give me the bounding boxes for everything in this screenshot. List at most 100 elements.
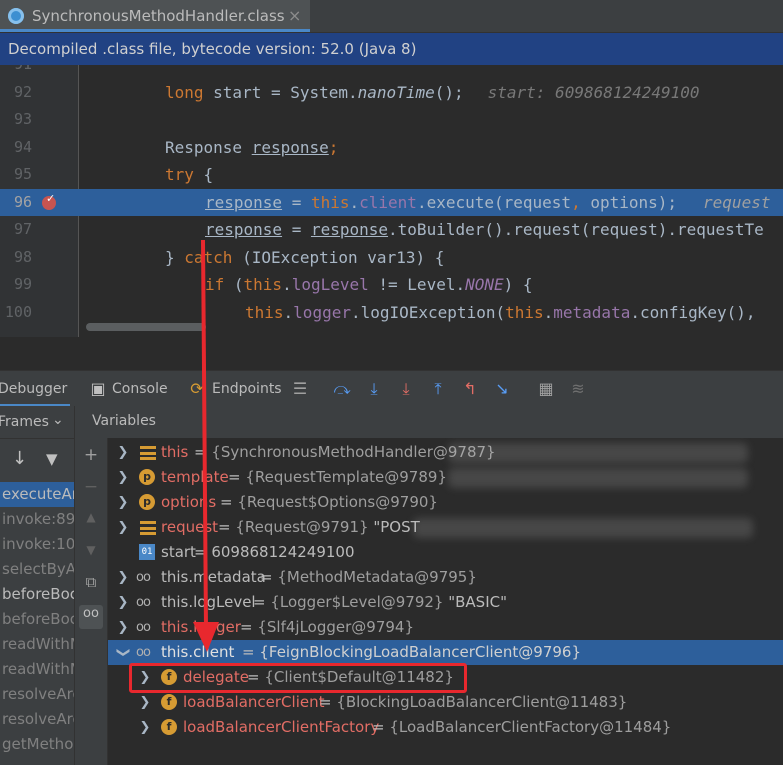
menu-icon[interactable]: ☰ bbox=[290, 379, 310, 398]
move-up-icon[interactable]: ▲ bbox=[82, 510, 100, 524]
variable-row[interactable]: ❯ request = {Request@9791} "POST bbox=[108, 515, 783, 540]
parameter-icon: p bbox=[139, 494, 155, 510]
step-into-icon[interactable]: ⤓ bbox=[396, 379, 416, 399]
line-number: 95 bbox=[13, 165, 32, 183]
frame-item[interactable]: invoke:100 bbox=[0, 532, 74, 557]
code-text: if (this.logLevel != Level.NONE) { bbox=[205, 275, 533, 294]
expand-arrow-icon[interactable]: ❯ bbox=[111, 646, 136, 660]
add-watch-icon[interactable]: + bbox=[82, 445, 100, 465]
show-execution-point-icon[interactable]: ⤼ bbox=[332, 379, 352, 399]
class-file-icon bbox=[8, 8, 24, 24]
line-number: 97 bbox=[13, 220, 32, 238]
code-text: response = response.toBuilder().request(… bbox=[205, 220, 764, 239]
expand-arrow-icon[interactable]: ❯ bbox=[116, 565, 130, 590]
frame-item[interactable]: invoke:89, bbox=[0, 507, 74, 532]
expand-arrow-icon[interactable]: ❯ bbox=[138, 690, 152, 715]
variable-row[interactable]: ❯ oo this.logger = {Slf4jLogger@9794} bbox=[108, 615, 783, 640]
redacted-value bbox=[448, 443, 748, 463]
line-number: 98 bbox=[13, 247, 32, 266]
line-number: 99 bbox=[13, 275, 32, 293]
tab-console[interactable]: Console bbox=[112, 381, 168, 397]
local-variable-icon bbox=[140, 521, 156, 535]
editor-tab[interactable]: SynchronousMethodHandler.class × bbox=[0, 0, 310, 32]
close-icon[interactable]: × bbox=[288, 6, 301, 25]
chevron-down-icon[interactable]: ⌄ bbox=[52, 412, 64, 428]
variables-header bbox=[75, 406, 783, 439]
line-number: 93 bbox=[13, 110, 32, 128]
code-text: long start = System.nanoTime(); start: 60… bbox=[165, 82, 700, 102]
local-variable-icon bbox=[140, 446, 156, 460]
frame-item[interactable]: getMetho bbox=[0, 732, 74, 757]
redacted-value bbox=[448, 468, 748, 488]
run-to-cursor-icon[interactable]: ↘ bbox=[492, 379, 512, 398]
editor-tab-bar: SynchronousMethodHandler.class × bbox=[0, 0, 783, 33]
arrow-down-icon[interactable]: ↓ bbox=[12, 448, 27, 469]
trace-icon[interactable]: ≋ bbox=[568, 379, 588, 398]
remove-watch-icon[interactable]: − bbox=[82, 477, 100, 497]
variable-row[interactable]: ❯ oo this.metadata = {MethodMetadata@979… bbox=[108, 565, 783, 590]
watch-glasses-icon: oo bbox=[136, 570, 151, 585]
expand-arrow-icon[interactable]: ❯ bbox=[116, 615, 130, 640]
number-type-icon: 01 bbox=[139, 544, 155, 560]
step-over-icon[interactable]: ⤓ bbox=[364, 379, 384, 399]
variable-row[interactable]: ❯ p options = {Request$Options@9790} bbox=[108, 490, 783, 515]
glasses-icon: oo bbox=[83, 606, 99, 621]
variable-row[interactable]: ❯ f loadBalancerClient = {BlockingLoadBa… bbox=[108, 690, 783, 715]
variable-row[interactable]: ❯ oo this.logLevel = {Logger$Level@9792}… bbox=[108, 590, 783, 615]
frame-item[interactable]: selectByAr bbox=[0, 557, 74, 582]
inline-value-hint: start: 609868124249100 bbox=[487, 82, 700, 102]
endpoints-icon: ⟳ bbox=[190, 379, 204, 398]
frames-title: Frames bbox=[0, 414, 49, 430]
drop-frame-icon[interactable]: ↰ bbox=[460, 379, 480, 398]
code-text: try { bbox=[165, 165, 214, 184]
variables-tree[interactable]: ❯ this = {SynchronousMethodHandler@9787}… bbox=[108, 438, 783, 765]
watch-glasses-icon: oo bbox=[136, 620, 151, 635]
variable-row-selected[interactable]: ❯ oo this.client = {FeignBlockingLoadBal… bbox=[108, 640, 783, 665]
decompiled-banner: Decompiled .class file, bytecode version… bbox=[0, 33, 783, 65]
code-line: 99 if (this.logLevel != Level.NONE) { bbox=[0, 271, 783, 299]
field-icon: f bbox=[161, 719, 177, 735]
expand-arrow-icon[interactable]: ❯ bbox=[116, 490, 130, 515]
variable-row[interactable]: ❯ this = {SynchronousMethodHandler@9787} bbox=[108, 440, 783, 465]
code-editor[interactable]: 91 92 long start = System.nanoTime();sta… bbox=[0, 65, 783, 337]
variable-row[interactable]: ❯ f loadBalancerClientFactory = {LoadBal… bbox=[108, 715, 783, 740]
frame-item[interactable]: beforeBoc bbox=[0, 582, 74, 607]
frame-item[interactable]: readWithM bbox=[0, 632, 74, 657]
frame-item[interactable]: resolveArg bbox=[0, 682, 74, 707]
code-text: response = this.client.execute(request, … bbox=[205, 192, 771, 212]
move-down-icon[interactable]: ▼ bbox=[82, 543, 100, 557]
code-line: 91 bbox=[0, 65, 783, 79]
expand-arrow-icon[interactable]: ❯ bbox=[116, 440, 130, 465]
frame-item[interactable]: readWithM bbox=[0, 657, 74, 682]
parameter-icon: p bbox=[139, 469, 155, 485]
annotation-highlight-box bbox=[129, 663, 467, 693]
horizontal-scrollbar[interactable] bbox=[86, 323, 206, 331]
code-line: 92 long start = System.nanoTime(); start:… bbox=[0, 79, 783, 107]
redacted-value bbox=[413, 518, 753, 538]
code-line: 100 this.logger.logIOException(this.meta… bbox=[0, 299, 783, 327]
expand-arrow-icon[interactable]: ❯ bbox=[138, 715, 152, 740]
expand-arrow-icon[interactable]: ❯ bbox=[116, 465, 130, 490]
variable-row[interactable]: 01 start = 609868124249100 bbox=[108, 540, 783, 565]
frame-item[interactable]: resolveArg bbox=[0, 707, 74, 732]
frame-item[interactable]: executeAn bbox=[0, 482, 74, 507]
frame-item[interactable]: beforeBoc bbox=[0, 607, 74, 632]
code-text: this.logger.logIOException(this.metadata… bbox=[245, 302, 756, 322]
variable-row[interactable]: ❯ p template = {RequestTemplate@9789} bbox=[108, 465, 783, 490]
copy-icon[interactable]: ⧉ bbox=[82, 573, 100, 591]
tab-debugger[interactable]: Debugger bbox=[0, 381, 67, 397]
step-out-icon[interactable]: ⤒ bbox=[428, 379, 448, 399]
line-number: 92 bbox=[13, 82, 32, 101]
current-execution-line: 96 response = this.client.execute(reques… bbox=[0, 188, 783, 216]
expand-arrow-icon[interactable]: ❯ bbox=[116, 515, 130, 540]
line-number: 96 bbox=[13, 192, 32, 211]
expand-arrow-icon[interactable]: ❯ bbox=[116, 590, 130, 615]
console-icon: ▣ bbox=[90, 379, 106, 398]
evaluate-expression-icon[interactable]: ▦ bbox=[536, 379, 556, 398]
filter-icon[interactable]: ▼ bbox=[46, 450, 58, 468]
tab-endpoints[interactable]: Endpoints bbox=[212, 381, 282, 397]
code-line: 97 response = response.toBuilder().reque… bbox=[0, 216, 783, 244]
frames-panel: Frames ⌄ ↓ ▼ executeAn invoke:89, invoke… bbox=[0, 406, 75, 765]
frames-header: Frames ⌄ bbox=[0, 406, 74, 439]
field-icon: f bbox=[161, 694, 177, 710]
